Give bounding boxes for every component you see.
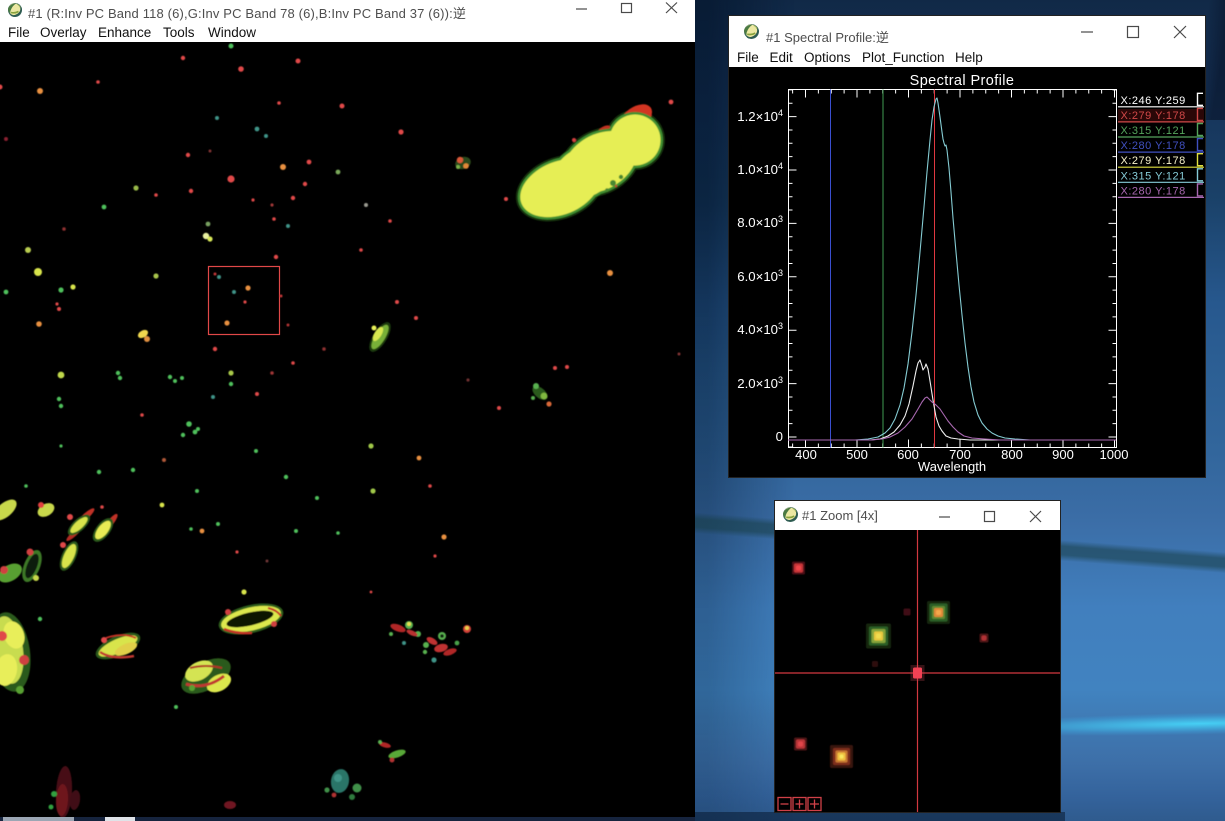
svg-text:4.0×103: 4.0×103 bbox=[737, 321, 783, 337]
svg-text:6.0×103: 6.0×103 bbox=[737, 268, 783, 284]
svg-text:2.0×103: 2.0×103 bbox=[737, 375, 783, 391]
svg-text:Wavelength: Wavelength bbox=[918, 459, 986, 474]
svg-text:X:246 Y:259: X:246 Y:259 bbox=[1121, 95, 1186, 107]
svg-text:X:280 Y:178: X:280 Y:178 bbox=[1121, 140, 1186, 152]
svg-text:900: 900 bbox=[1052, 447, 1074, 462]
svg-text:1.0×104: 1.0×104 bbox=[737, 161, 783, 177]
svg-text:500: 500 bbox=[846, 447, 868, 462]
svg-text:800: 800 bbox=[1001, 447, 1023, 462]
svg-text:Spectral Profile: Spectral Profile bbox=[910, 73, 1015, 89]
svg-text:8.0×103: 8.0×103 bbox=[737, 214, 783, 230]
svg-text:1.2×104: 1.2×104 bbox=[737, 108, 783, 124]
svg-text:1000: 1000 bbox=[1100, 447, 1129, 462]
svg-text:0: 0 bbox=[776, 429, 783, 444]
svg-text:X:280 Y:178: X:280 Y:178 bbox=[1121, 185, 1186, 197]
svg-text:X:279 Y:178: X:279 Y:178 bbox=[1121, 110, 1186, 122]
svg-text:X:315 Y:121: X:315 Y:121 bbox=[1121, 170, 1186, 182]
svg-text:X:279 Y:178: X:279 Y:178 bbox=[1121, 155, 1186, 167]
svg-text:600: 600 bbox=[897, 447, 919, 462]
svg-text:X:315 Y:121: X:315 Y:121 bbox=[1121, 125, 1186, 137]
svg-text:400: 400 bbox=[795, 447, 817, 462]
